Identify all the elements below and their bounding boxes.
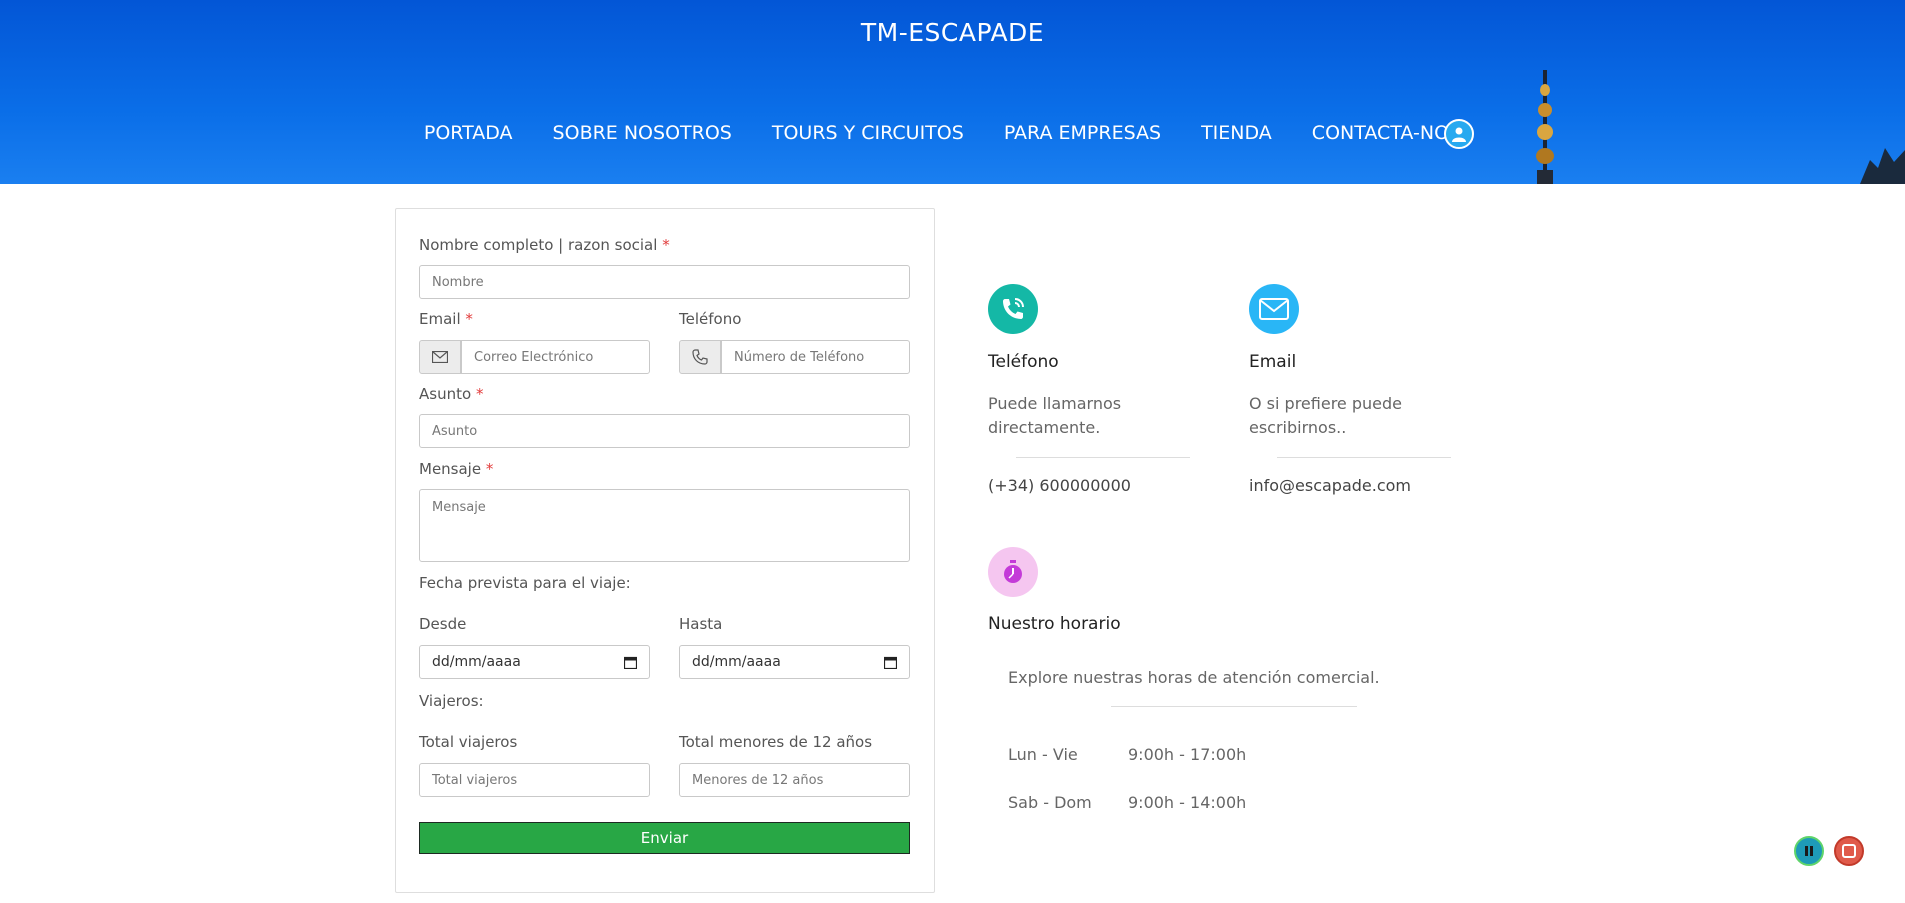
hours-text: Explore nuestras horas de atención comer…: [1008, 668, 1380, 687]
email-title: Email: [1249, 352, 1297, 372]
nav-portada[interactable]: PORTADA: [424, 122, 513, 144]
site-brand[interactable]: TM-ESCAPADE: [0, 18, 1905, 47]
subject-input[interactable]: Asunto: [419, 414, 910, 448]
clock-circle: [988, 547, 1038, 597]
trip-dates-heading: Fecha prevista para el viaje:: [419, 574, 631, 592]
email-divider: [1277, 457, 1451, 458]
name-input[interactable]: Nombre: [419, 265, 910, 299]
total-travelers-input[interactable]: Total viajeros: [419, 763, 650, 797]
name-label: Nombre completo | razon social *: [419, 236, 670, 254]
minors-label: Total menores de 12 años: [679, 733, 873, 751]
from-date-input[interactable]: dd/mm/aaaa: [419, 645, 650, 679]
submit-button[interactable]: Enviar: [419, 822, 910, 854]
minors-input[interactable]: Menores de 12 años: [679, 763, 910, 797]
phone-value[interactable]: (+34) 600000000: [988, 476, 1131, 495]
tower-decoration: [1536, 70, 1554, 184]
nav-sobre-nosotros[interactable]: SOBRE NOSOTROS: [553, 122, 732, 144]
hours-time-1: 9:00h - 17:00h: [1128, 745, 1247, 764]
to-date-value: dd/mm/aaaa: [692, 654, 781, 670]
user-account-button[interactable]: [1444, 119, 1474, 149]
from-date-label: Desde: [419, 615, 467, 633]
phone-text-1: Puede llamarnos: [988, 394, 1122, 413]
phone-input[interactable]: Número de Teléfono: [721, 340, 910, 374]
phone-text-2: directamente.: [988, 418, 1101, 437]
phone-label: Teléfono: [679, 310, 742, 328]
to-date-label: Hasta: [679, 615, 723, 633]
pause-icon: [1805, 846, 1813, 856]
total-travelers-label: Total viajeros: [419, 733, 518, 751]
phone-addon: [679, 340, 721, 374]
hours-days-2: Sab - Dom: [1008, 793, 1092, 812]
email-text-1: O si prefiere puede: [1249, 394, 1402, 413]
phone-icon: [692, 349, 708, 365]
pause-button[interactable]: [1794, 836, 1824, 866]
stop-icon: [1842, 844, 1856, 858]
stopwatch-icon: [1004, 560, 1022, 583]
hours-days-1: Lun - Vie: [1008, 745, 1078, 764]
email-label: Email *: [419, 310, 473, 328]
travelers-heading: Viajeros:: [419, 692, 484, 710]
hours-title: Nuestro horario: [988, 614, 1121, 634]
email-input[interactable]: Correo Electrónico: [461, 340, 650, 374]
user-icon: [1452, 127, 1466, 142]
stop-button[interactable]: [1834, 836, 1864, 866]
subject-label: Asunto *: [419, 385, 484, 403]
hours-divider: [1111, 706, 1357, 707]
nav-contacta-nos[interactable]: CONTACTA-NOS: [1312, 122, 1461, 144]
nav-para-empresas[interactable]: PARA EMPRESAS: [1004, 122, 1161, 144]
phone-circle: [988, 284, 1038, 334]
hours-time-2: 9:00h - 14:00h: [1128, 793, 1247, 812]
hero-header: TM-ESCAPADE PORTADA SOBRE NOSOTROS TOURS…: [0, 0, 1905, 184]
email-text-2: escribirnos..: [1249, 418, 1347, 437]
calendar-icon: [884, 656, 897, 669]
phone-ringing-icon: [1003, 298, 1024, 319]
from-date-value: dd/mm/aaaa: [432, 654, 521, 670]
email-value[interactable]: info@escapade.com: [1249, 476, 1411, 495]
phone-divider: [1016, 457, 1190, 458]
message-textarea[interactable]: Mensaje: [419, 489, 910, 562]
calendar-icon: [624, 656, 637, 669]
to-date-input[interactable]: dd/mm/aaaa: [679, 645, 910, 679]
nav-tours-circuitos[interactable]: TOURS Y CIRCUITOS: [772, 122, 964, 144]
tree-decoration: [1860, 148, 1905, 184]
phone-title: Teléfono: [988, 352, 1059, 372]
envelope-icon: [432, 351, 448, 363]
message-label: Mensaje *: [419, 460, 494, 478]
envelope-icon: [1259, 298, 1289, 320]
email-circle: [1249, 284, 1299, 334]
main-nav: PORTADA SOBRE NOSOTROS TOURS Y CIRCUITOS…: [0, 122, 1905, 144]
nav-tienda[interactable]: TIENDA: [1201, 122, 1272, 144]
email-addon: [419, 340, 461, 374]
